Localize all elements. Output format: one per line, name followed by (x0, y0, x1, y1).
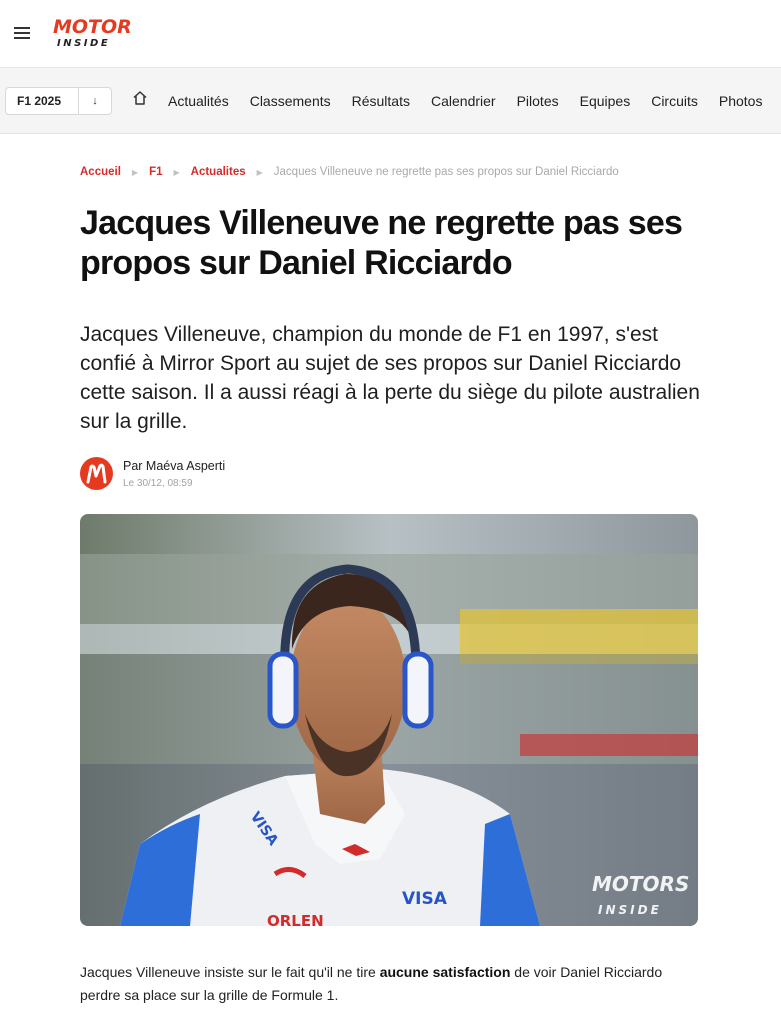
breadcrumb-accueil[interactable]: Accueil (80, 166, 121, 178)
breadcrumb: Accueil ▶ F1 ▶ Actualites ▶ Jacques Vill… (80, 166, 619, 178)
logo-bottom-text: INSIDE (57, 38, 110, 49)
watermark-top: MOTORS (592, 872, 689, 896)
arrow-down-icon[interactable]: ↓ (79, 95, 111, 107)
logo-top-text: MOTORS (53, 16, 131, 38)
hero-image: VISA VISA ORLEN MOTORS INSIDE (80, 514, 698, 926)
article-lead: Jacques Villeneuve, champion du monde de… (80, 323, 700, 433)
watermark-bottom: INSIDE (598, 903, 662, 917)
body-text-bold: aucune satisfaction (379, 964, 511, 980)
article-title: Jacques Villeneuve ne regrette pas ses p… (80, 204, 683, 282)
breadcrumb-current: Jacques Villeneuve ne regrette pas ses p… (273, 166, 619, 178)
nav-item-classements[interactable]: Classements (250, 93, 331, 109)
nav-item-resultats[interactable]: Résultats (352, 93, 410, 109)
author-name[interactable]: Par Maéva Asperti (123, 459, 225, 473)
site-logo[interactable]: MOTORS INSIDE (51, 14, 146, 50)
article-body-paragraph: Jacques Villeneuve insiste sur le fait q… (80, 961, 700, 1007)
publish-date: Le 30/12, 08:59 (123, 478, 193, 489)
breadcrumb-f1[interactable]: F1 (149, 166, 162, 178)
suit-text-right: VISA (402, 889, 448, 909)
home-icon[interactable] (132, 90, 148, 106)
site-header: MOTORS INSIDE (0, 0, 781, 67)
nav-item-calendrier[interactable]: Calendrier (431, 93, 496, 109)
nav-items: Actualités Classements Résultats Calendr… (168, 93, 781, 109)
suit-text-bottom: ORLEN (267, 912, 324, 926)
motors-inside-avatar-icon[interactable] (80, 457, 113, 490)
nav-item-circuits[interactable]: Circuits (651, 93, 698, 109)
breadcrumb-actualites[interactable]: Actualites (191, 166, 246, 178)
nav-item-actualites[interactable]: Actualités (168, 93, 229, 109)
season-select[interactable]: F1 2025 ↓ (5, 87, 112, 115)
body-text-start: Jacques Villeneuve insiste sur le fait q… (80, 964, 380, 980)
nav-item-equipes[interactable]: Equipes (580, 93, 631, 109)
nav-item-pilotes[interactable]: Pilotes (517, 93, 559, 109)
breadcrumb-separator-icon: ▶ (131, 167, 139, 177)
nav-item-photos[interactable]: Photos (719, 93, 763, 109)
breadcrumb-separator-icon: ▶ (256, 167, 263, 177)
hamburger-menu-icon[interactable] (14, 27, 30, 39)
season-select-value: F1 2025 (17, 94, 62, 108)
breadcrumb-separator-icon: ▶ (173, 167, 180, 177)
